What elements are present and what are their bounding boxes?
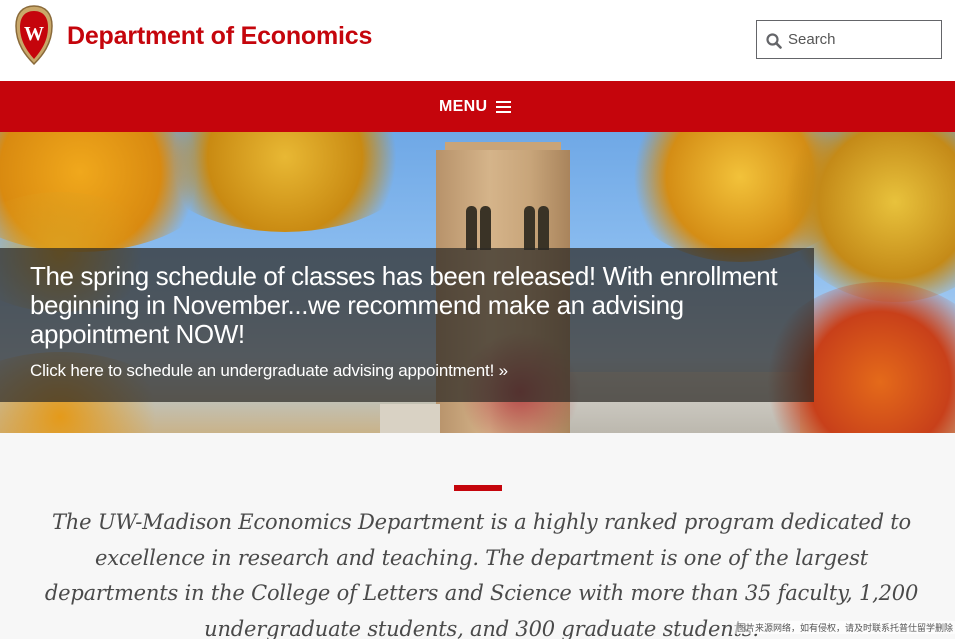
- advising-appointment-link[interactable]: Click here to schedule an undergraduate …: [30, 361, 508, 381]
- main-nav-bar: MENU: [0, 81, 955, 132]
- svg-text:W: W: [24, 23, 44, 45]
- uw-crest-logo[interactable]: W: [14, 4, 54, 66]
- menu-button[interactable]: MENU: [439, 95, 512, 119]
- hamburger-icon: [496, 101, 512, 113]
- section-divider: [454, 485, 502, 491]
- intro-section: The UW-Madison Economics Department is a…: [0, 433, 955, 639]
- hero-banner: The spring schedule of classes has been …: [0, 132, 955, 433]
- hero-headline: The spring schedule of classes has been …: [30, 261, 778, 349]
- menu-label: MENU: [439, 98, 488, 115]
- search-icon[interactable]: [766, 33, 782, 49]
- site-header: W Department of Economics: [0, 0, 955, 81]
- search-input[interactable]: [788, 21, 938, 58]
- image-source-watermark: 图片来源网络，如有侵权，请及时联系托普仕留学删除: [734, 621, 955, 634]
- search-box[interactable]: [756, 20, 942, 59]
- uw-crest-icon: W: [15, 5, 53, 66]
- department-intro-text: The UW-Madison Economics Department is a…: [44, 510, 919, 639]
- site-title[interactable]: Department of Economics: [67, 22, 372, 51]
